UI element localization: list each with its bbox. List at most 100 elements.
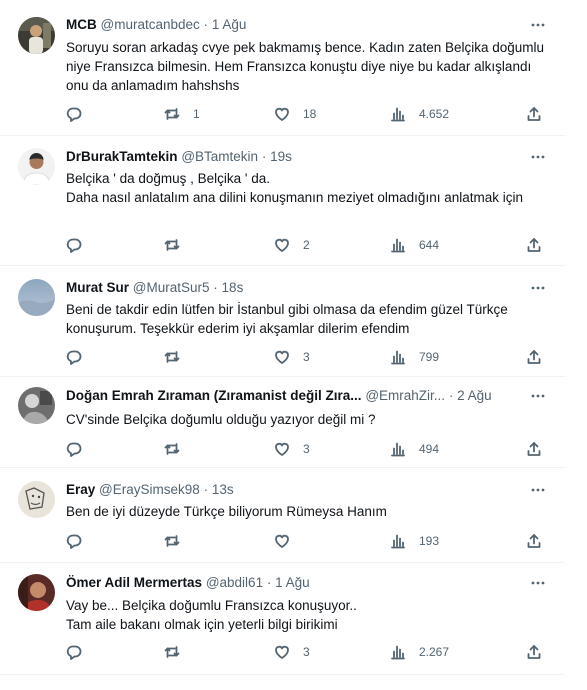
- avatar[interactable]: [18, 148, 55, 185]
- like-count: 18: [303, 107, 317, 121]
- author-handle[interactable]: @BTamtekin: [181, 149, 258, 164]
- tweet-text: Beni de takdir edin lütfen bir İstanbul …: [66, 302, 508, 336]
- reply-button[interactable]: [66, 440, 95, 458]
- like-count: 3: [303, 350, 310, 364]
- tweet-header: MCB @muratcanbdec · 1 Ağu: [66, 16, 527, 34]
- like-button[interactable]: 3: [274, 643, 310, 661]
- retweet-button[interactable]: [164, 440, 193, 458]
- retweet-button[interactable]: [164, 532, 193, 550]
- timestamp[interactable]: 18s: [222, 280, 244, 295]
- action-bar: 1 18 4.652: [66, 105, 546, 123]
- more-icon[interactable]: [529, 574, 547, 592]
- reply-button[interactable]: [66, 532, 95, 550]
- author-handle[interactable]: @abdil61: [206, 575, 263, 590]
- more-icon[interactable]: [529, 279, 547, 297]
- share-icon: [527, 350, 541, 364]
- timestamp[interactable]: 1 Ağu: [212, 17, 247, 32]
- views-count: 799: [419, 350, 440, 364]
- views-button[interactable]: 4.652: [390, 105, 449, 123]
- like-button[interactable]: [274, 532, 303, 550]
- more-icon[interactable]: [529, 387, 547, 405]
- author-handle[interactable]: @EmrahZir...: [365, 388, 445, 403]
- avatar[interactable]: [18, 481, 55, 518]
- retweet-button[interactable]: [164, 236, 193, 254]
- tweet-header: Murat Sur @MuratSur5 · 18s: [66, 279, 527, 297]
- retweet-icon: [164, 646, 180, 658]
- separator-dot: ·: [448, 388, 454, 403]
- tweet[interactable]: Doğan Emrah Zıraman (Zıramanist değil Zı…: [0, 377, 565, 468]
- like-icon: [275, 442, 289, 456]
- retweet-button[interactable]: [164, 348, 193, 366]
- retweet-count: 1: [193, 107, 200, 121]
- tweet-header: Doğan Emrah Zıraman (Zıramanist değil Zı…: [66, 387, 527, 405]
- like-count: 2: [303, 238, 310, 252]
- tweet[interactable]: Ömer Adil Mermertas @abdil61 · 1 Ağu Vay…: [0, 563, 565, 675]
- timestamp[interactable]: 2 Ağu: [457, 388, 492, 403]
- views-icon: [391, 238, 405, 253]
- more-icon[interactable]: [529, 16, 547, 34]
- tweet[interactable]: MCB @muratcanbdec · 1 Ağu Soruyu soran a…: [0, 0, 565, 136]
- author-handle[interactable]: @ErayS​imsek98: [99, 482, 200, 497]
- author-handle[interactable]: @muratcanbdec: [101, 17, 200, 32]
- action-bar: 3 494: [66, 440, 546, 458]
- author-name[interactable]: Murat Sur: [66, 280, 129, 295]
- views-count: 644: [419, 238, 440, 252]
- reply-icon: [66, 534, 82, 549]
- more-icon[interactable]: [529, 148, 547, 166]
- reply-icon: [66, 238, 82, 253]
- separator-dot: ·: [266, 575, 272, 590]
- tweet[interactable]: Murat Sur @MuratSur5 · 18s Beni de takdi…: [0, 266, 565, 377]
- timestamp[interactable]: 1 Ağu: [275, 575, 310, 590]
- views-button[interactable]: 193: [390, 532, 439, 550]
- views-button[interactable]: 644: [390, 236, 439, 254]
- share-button[interactable]: [526, 643, 542, 661]
- views-count: 494: [419, 442, 440, 456]
- views-button[interactable]: 494: [390, 440, 439, 458]
- author-name[interactable]: MCB: [66, 17, 97, 32]
- views-icon: [391, 645, 405, 660]
- author-name[interactable]: DrBurakTamtekin: [66, 149, 178, 164]
- retweet-button[interactable]: 1: [164, 105, 200, 123]
- separator-dot: ·: [213, 280, 218, 295]
- like-button[interactable]: 2: [274, 236, 310, 254]
- author-handle[interactable]: @MuratSur5: [133, 280, 210, 295]
- like-button[interactable]: 3: [274, 348, 310, 366]
- retweet-icon: [164, 535, 180, 547]
- avatar[interactable]: [18, 574, 55, 611]
- timestamp[interactable]: 19s: [270, 149, 292, 164]
- action-bar: 2 644: [66, 236, 546, 254]
- tweet[interactable]: DrBurakTamtekin @BTamtekin · 19s Belçika…: [0, 136, 565, 266]
- views-icon: [391, 350, 405, 365]
- share-button[interactable]: [526, 532, 542, 550]
- retweet-icon: [164, 351, 180, 363]
- share-button[interactable]: [526, 440, 542, 458]
- timestamp[interactable]: 13s: [212, 482, 234, 497]
- avatar[interactable]: [18, 387, 55, 424]
- tweet-header: Eray @ErayS​imsek98 · 13s: [66, 481, 527, 499]
- views-icon: [391, 107, 405, 122]
- tweet-header: DrBurakTamtekin @BTamtekin · 19s: [66, 148, 527, 166]
- like-button[interactable]: 3: [274, 440, 310, 458]
- share-icon: [527, 442, 541, 456]
- views-icon: [391, 534, 405, 549]
- like-icon: [275, 350, 289, 364]
- author-name[interactable]: Ömer Adil Mermertas: [66, 575, 202, 590]
- reply-button[interactable]: [66, 643, 95, 661]
- reply-button[interactable]: [66, 105, 95, 123]
- like-count: 3: [303, 442, 310, 456]
- views-button[interactable]: 799: [390, 348, 439, 366]
- like-button[interactable]: 18: [274, 105, 316, 123]
- share-button[interactable]: [526, 105, 542, 123]
- more-icon[interactable]: [529, 481, 547, 499]
- reply-button[interactable]: [66, 236, 95, 254]
- share-button[interactable]: [526, 348, 542, 366]
- author-name[interactable]: Eray: [66, 482, 95, 497]
- reply-button[interactable]: [66, 348, 95, 366]
- tweet[interactable]: Eray @ErayS​imsek98 · 13s Ben de iyi düz…: [0, 468, 565, 563]
- retweet-button[interactable]: [164, 643, 193, 661]
- author-name[interactable]: Doğan Emrah Zıraman (Zıramanist değil Zı…: [66, 388, 362, 403]
- avatar[interactable]: [18, 279, 55, 316]
- share-button[interactable]: [526, 236, 542, 254]
- avatar[interactable]: [18, 17, 55, 54]
- views-button[interactable]: 2.267: [390, 643, 449, 661]
